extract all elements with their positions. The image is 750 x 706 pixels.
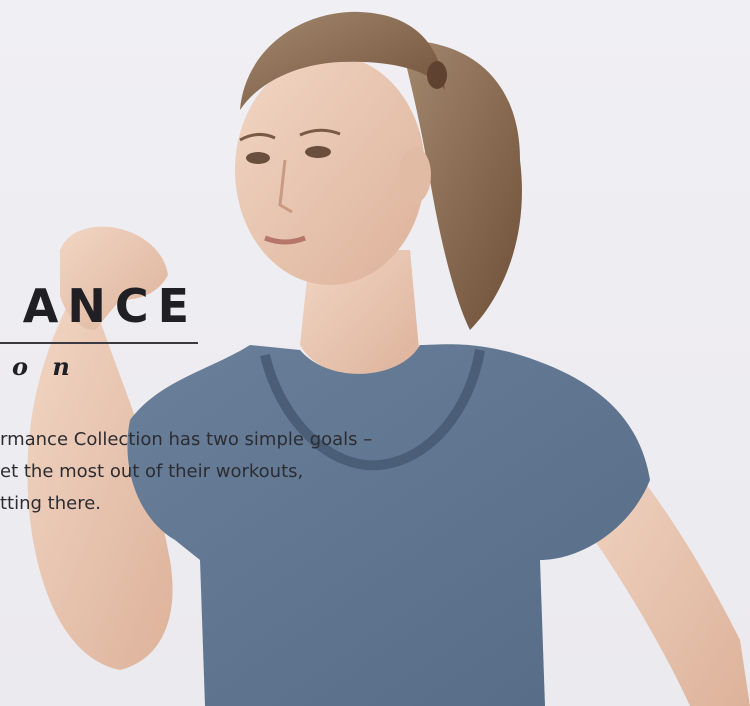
hero-section: ANCE o n rmance Collection has two simpl… bbox=[0, 0, 750, 706]
hero-model-image bbox=[27, 11, 750, 706]
hero-description-line: et the most out of their workouts, bbox=[0, 461, 304, 482]
headline-divider bbox=[0, 342, 198, 344]
hero-description: rmance Collection has two simple goals –… bbox=[0, 424, 520, 520]
hero-subheadline: o n bbox=[12, 352, 78, 381]
hero-description-line: rmance Collection has two simple goals – bbox=[0, 429, 373, 450]
hero-headline: ANCE bbox=[22, 279, 198, 333]
hero-description-line: tting there. bbox=[0, 493, 102, 514]
